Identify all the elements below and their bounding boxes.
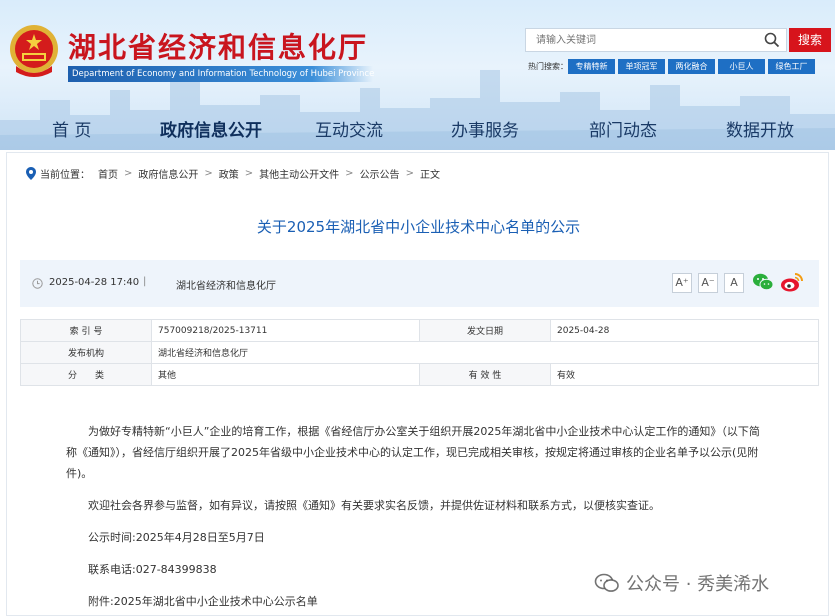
wechat-watermark-icon (594, 573, 619, 592)
table-row: 发布机构 湖北省经济和信息化厅 (20, 341, 819, 364)
site-title: 湖北省经济和信息化厅 (68, 31, 369, 64)
document-info-table: 索 引 号 757009218/2025-13711 发文日期 2025-04-… (20, 319, 819, 386)
wechat-account-watermark: 公众号 · 秀美浠水 (594, 570, 769, 596)
nav-dept-news[interactable]: 部门动态 (589, 116, 657, 141)
meta-separator: | (143, 276, 147, 287)
main-nav: 首 页 政府信息公开 互动交流 办事服务 部门动态 数据开放 (0, 116, 835, 146)
font-size-decrease-button[interactable]: A⁻ (698, 273, 718, 293)
breadcrumb-item-announcements[interactable]: 公示公告 (360, 166, 400, 181)
hot-tag-danxiangguanjun[interactable]: 单项冠军 (618, 59, 665, 74)
breadcrumb-item-gov-info[interactable]: 政府信息公开 (138, 166, 198, 181)
breadcrumb-item-current: 正文 (419, 170, 440, 181)
search-icon[interactable] (764, 32, 780, 48)
publish-date: 2025-04-28 17:40 (49, 277, 140, 288)
publicity-period: 公示时间:2025年4月28日至5月7日 (88, 531, 265, 544)
table-row: 索 引 号 757009218/2025-13711 发文日期 2025-04-… (20, 319, 819, 342)
info-value: 757009218/2025-13711 (151, 319, 420, 342)
info-label: 索 引 号 (20, 319, 152, 342)
info-value: 湖北省经济和信息化厅 (151, 341, 819, 364)
nav-gov-info[interactable]: 政府信息公开 (160, 116, 262, 141)
info-value: 有效 (550, 363, 819, 386)
nav-home[interactable]: 首 页 (52, 116, 91, 141)
breadcrumb-item-other-files[interactable]: 其他主动公开文件 (259, 166, 339, 181)
info-label: 发布机构 (20, 341, 152, 364)
body-paragraph: 欢迎社会各界参与监督，如有异议，请按照《通知》有关要求实名反馈，并提供佐证材料和… (88, 499, 660, 512)
nav-open-data[interactable]: 数据开放 (726, 116, 794, 141)
breadcrumb-separator: > (124, 168, 133, 179)
breadcrumb-label: 当前位置： (40, 170, 90, 181)
breadcrumb: 当前位置： 首页 > 政府信息公开 > 政策 > 其他主动公开文件 > 公示公告… (26, 166, 440, 181)
hot-tag-lianghuarónghe[interactable]: 两化融合 (668, 59, 715, 74)
national-emblem-icon (10, 25, 58, 77)
info-label: 分 类 (20, 363, 152, 386)
article-meta-bar: 2025-04-28 17:40 | 湖北省经济和信息化厅 A⁺ A⁻ A (20, 260, 819, 307)
font-size-default-button[interactable]: A (724, 273, 744, 293)
breadcrumb-separator: > (204, 168, 213, 179)
hot-tag-lvsegongchang[interactable]: 绿色工厂 (768, 59, 815, 74)
hot-tag-zhuanjingtexin[interactable]: 专精特新 (568, 59, 615, 74)
table-row: 分 类 其他 有 效 性 有效 (20, 363, 819, 386)
search-input[interactable] (536, 29, 761, 51)
nav-services[interactable]: 办事服务 (451, 116, 519, 141)
breadcrumb-separator: > (244, 168, 254, 179)
breadcrumb-item-policy[interactable]: 政策 (219, 166, 239, 181)
article-title: 关于2025年湖北省中小企业技术中心名单的公示 (256, 218, 581, 236)
hot-tag-xiaojuren[interactable]: 小巨人 (718, 59, 765, 74)
breadcrumb-item-home[interactable]: 首页 (98, 166, 118, 181)
location-pin-icon (26, 167, 36, 180)
hot-search-label: 热门搜索： (528, 62, 568, 71)
article-container: 当前位置： 首页 > 政府信息公开 > 政策 > 其他主动公开文件 > 公示公告… (6, 152, 829, 616)
info-label: 有 效 性 (419, 363, 551, 386)
hot-search-tags: 专精特新 单项冠军 两化融合 小巨人 绿色工厂 (568, 59, 815, 74)
breadcrumb-separator: > (345, 168, 354, 179)
site-subtitle: Department of Economy and Information Te… (68, 66, 374, 82)
search-box (525, 28, 787, 52)
breadcrumb-separator: > (405, 168, 414, 179)
wechat-icon[interactable] (752, 272, 774, 292)
nav-interaction[interactable]: 互动交流 (315, 116, 383, 141)
font-size-increase-button[interactable]: A⁺ (672, 273, 692, 293)
site-header: 湖北省经济和信息化厅 Department of Economy and Inf… (0, 0, 835, 150)
info-value: 2025-04-28 (550, 319, 819, 342)
info-label: 发文日期 (419, 319, 551, 342)
info-value: 其他 (151, 363, 420, 386)
weibo-icon[interactable] (780, 271, 804, 293)
body-paragraph: 为做好专精特新“小巨人”企业的培育工作，根据《省经信厅办公室关于组织开展2025… (66, 425, 760, 480)
watermark-text: 公众号 · 秀美浠水 (626, 574, 770, 595)
clock-icon (32, 278, 43, 289)
publish-source: 湖北省经济和信息化厅 (176, 281, 276, 292)
search-button[interactable]: 搜索 (789, 28, 831, 52)
